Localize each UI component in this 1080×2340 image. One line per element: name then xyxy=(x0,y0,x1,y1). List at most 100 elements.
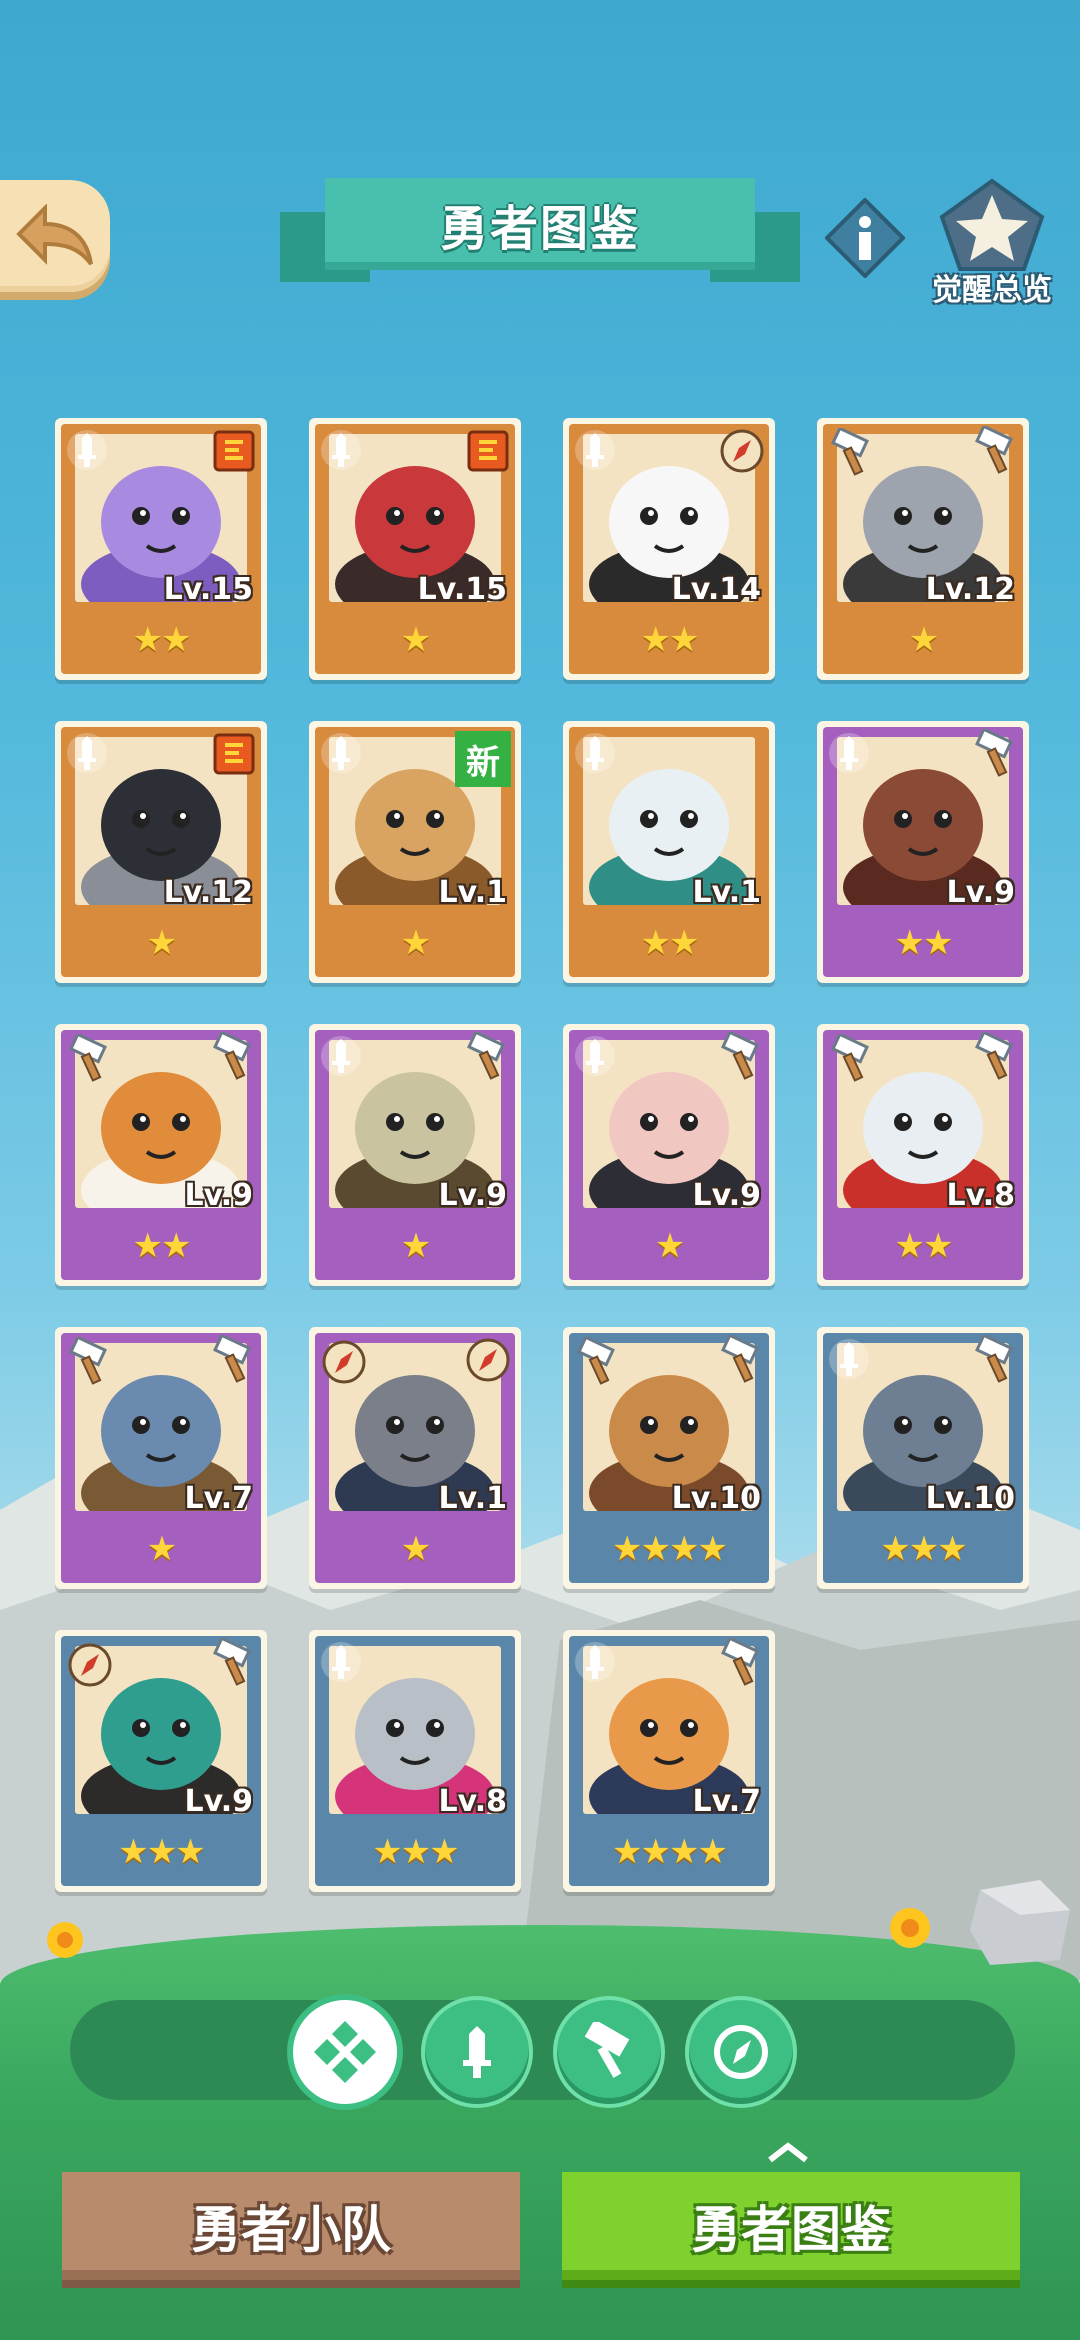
sword-icon xyxy=(573,731,617,775)
hero-card[interactable]: Lv.12 ★ xyxy=(55,721,267,983)
hero-card[interactable]: Lv.8 ★★ xyxy=(817,1024,1029,1286)
tab-hero-codex[interactable]: 勇者图鉴 xyxy=(562,2172,1020,2280)
sword-icon xyxy=(463,2026,491,2078)
hero-card[interactable]: Lv.1 ★ xyxy=(309,1327,521,1589)
sword-icon xyxy=(573,1034,617,1078)
compass-icon xyxy=(319,1337,366,1384)
sword-icon xyxy=(827,731,871,775)
hero-card[interactable]: Lv.14 ★★ xyxy=(563,418,775,680)
hero-stars: ★★★ xyxy=(372,1832,459,1872)
scroll-icon xyxy=(209,729,259,779)
hero-card[interactable]: 新 Lv.1 ★ xyxy=(309,721,521,983)
hero-card[interactable]: Lv.9 ★ xyxy=(563,1024,775,1286)
sword-filter-button[interactable] xyxy=(425,2000,529,2104)
hero-level: Lv.1 xyxy=(438,875,508,910)
hero-card[interactable]: Lv.7 ★ xyxy=(55,1327,267,1589)
info-button[interactable] xyxy=(824,197,906,279)
hero-card[interactable]: Lv.9 ★★★ xyxy=(55,1630,267,1892)
all-filter-button[interactable] xyxy=(293,2000,397,2104)
hero-level: Lv.14 xyxy=(671,572,761,607)
hero-card[interactable]: Lv.15 ★ xyxy=(309,418,521,680)
sword-icon xyxy=(573,428,617,472)
hero-level: Lv.9 xyxy=(184,1784,254,1819)
hammer-icon xyxy=(65,1335,109,1385)
back-arrow-icon xyxy=(16,204,93,266)
hero-stars: ★ xyxy=(146,1529,177,1569)
sword-icon xyxy=(319,731,363,775)
hero-level: Lv.7 xyxy=(184,1481,254,1516)
hammer-icon xyxy=(971,1030,1021,1082)
back-button[interactable] xyxy=(0,180,110,292)
hammer-icon xyxy=(827,426,871,476)
flower-right xyxy=(890,1908,930,1948)
sword-icon xyxy=(319,428,363,472)
hammer-icon xyxy=(971,1333,1021,1385)
hammer-icon xyxy=(573,1335,617,1385)
hero-stars: ★ xyxy=(400,1226,431,1266)
hero-level: Lv.15 xyxy=(417,572,507,607)
hero-level: Lv.12 xyxy=(925,572,1015,607)
hero-stars: ★ xyxy=(400,1529,431,1569)
rocks xyxy=(970,1880,1070,1965)
hero-card[interactable]: Lv.9 ★★ xyxy=(817,721,1029,983)
hero-card[interactable]: Lv.8 ★★★ xyxy=(309,1630,521,1892)
hero-stars: ★ xyxy=(400,620,431,660)
hero-stars: ★★★ xyxy=(118,1832,205,1872)
hammer-icon xyxy=(971,424,1021,476)
hero-stars: ★★★ xyxy=(880,1529,967,1569)
hero-stars: ★★ xyxy=(132,620,192,660)
new-badge: 新 xyxy=(455,731,511,787)
compass-icon xyxy=(65,1640,112,1687)
hero-card[interactable]: Lv.1 ★★ xyxy=(563,721,775,983)
awaken-overview-button[interactable]: 觉醒总览 xyxy=(922,175,1062,315)
hero-card[interactable]: Lv.7 ★★★★ xyxy=(563,1630,775,1892)
hero-card[interactable]: Lv.12 ★ xyxy=(817,418,1029,680)
sword-icon xyxy=(573,1640,617,1684)
hero-card[interactable]: Lv.9 ★★ xyxy=(55,1024,267,1286)
compass-icon xyxy=(717,426,767,476)
awaken-star-icon xyxy=(939,178,1045,271)
caret-up-icon xyxy=(768,2142,808,2163)
awaken-label: 觉醒总览 xyxy=(932,273,1052,308)
hero-card[interactable]: Lv.10 ★★★★ xyxy=(563,1327,775,1589)
title-banner: 勇者图鉴 xyxy=(280,178,800,288)
hammer-icon xyxy=(971,727,1021,779)
grid-icon xyxy=(314,2021,376,2083)
tab-hero-team-label: 勇者小队 xyxy=(191,2201,391,2259)
hero-stars: ★★ xyxy=(894,1226,954,1266)
hero-level: Lv.9 xyxy=(184,1178,254,1213)
hammer-icon xyxy=(209,1030,259,1082)
hammer-icon xyxy=(827,1032,871,1082)
compass-filter-button[interactable] xyxy=(689,2000,793,2104)
flower-left xyxy=(47,1922,83,1958)
tab-hero-team[interactable]: 勇者小队 xyxy=(62,2172,520,2280)
hero-card[interactable]: Lv.9 ★ xyxy=(309,1024,521,1286)
hammer-icon xyxy=(717,1636,767,1688)
hero-stars: ★★ xyxy=(640,923,700,963)
hero-level: Lv.1 xyxy=(438,1481,508,1516)
filter-bar xyxy=(70,2000,1015,2100)
hero-stars: ★★ xyxy=(132,1226,192,1266)
hero-level: Lv.12 xyxy=(163,875,253,910)
sword-icon xyxy=(319,1034,363,1078)
hero-level: Lv.9 xyxy=(946,875,1016,910)
hammer-filter-button[interactable] xyxy=(557,2000,661,2104)
hero-stars: ★★ xyxy=(640,620,700,660)
compass-icon xyxy=(463,1335,513,1385)
hammer-icon xyxy=(209,1333,259,1385)
sword-icon xyxy=(65,731,109,775)
sword-icon xyxy=(65,428,109,472)
compass-icon xyxy=(714,2025,768,2079)
hammer-icon xyxy=(584,2022,630,2078)
scroll-icon xyxy=(463,426,513,476)
hero-level: Lv.1 xyxy=(692,875,762,910)
hero-stars: ★ xyxy=(908,620,939,660)
hammer-icon xyxy=(65,1032,109,1082)
hero-level: Lv.10 xyxy=(671,1481,761,1516)
hero-card[interactable]: Lv.10 ★★★ xyxy=(817,1327,1029,1589)
hero-card[interactable]: Lv.15 ★★ xyxy=(55,418,267,680)
sword-icon xyxy=(319,1640,363,1684)
hero-stars: ★★ xyxy=(894,923,954,963)
hero-stars: ★ xyxy=(146,923,177,963)
scroll-icon xyxy=(209,426,259,476)
